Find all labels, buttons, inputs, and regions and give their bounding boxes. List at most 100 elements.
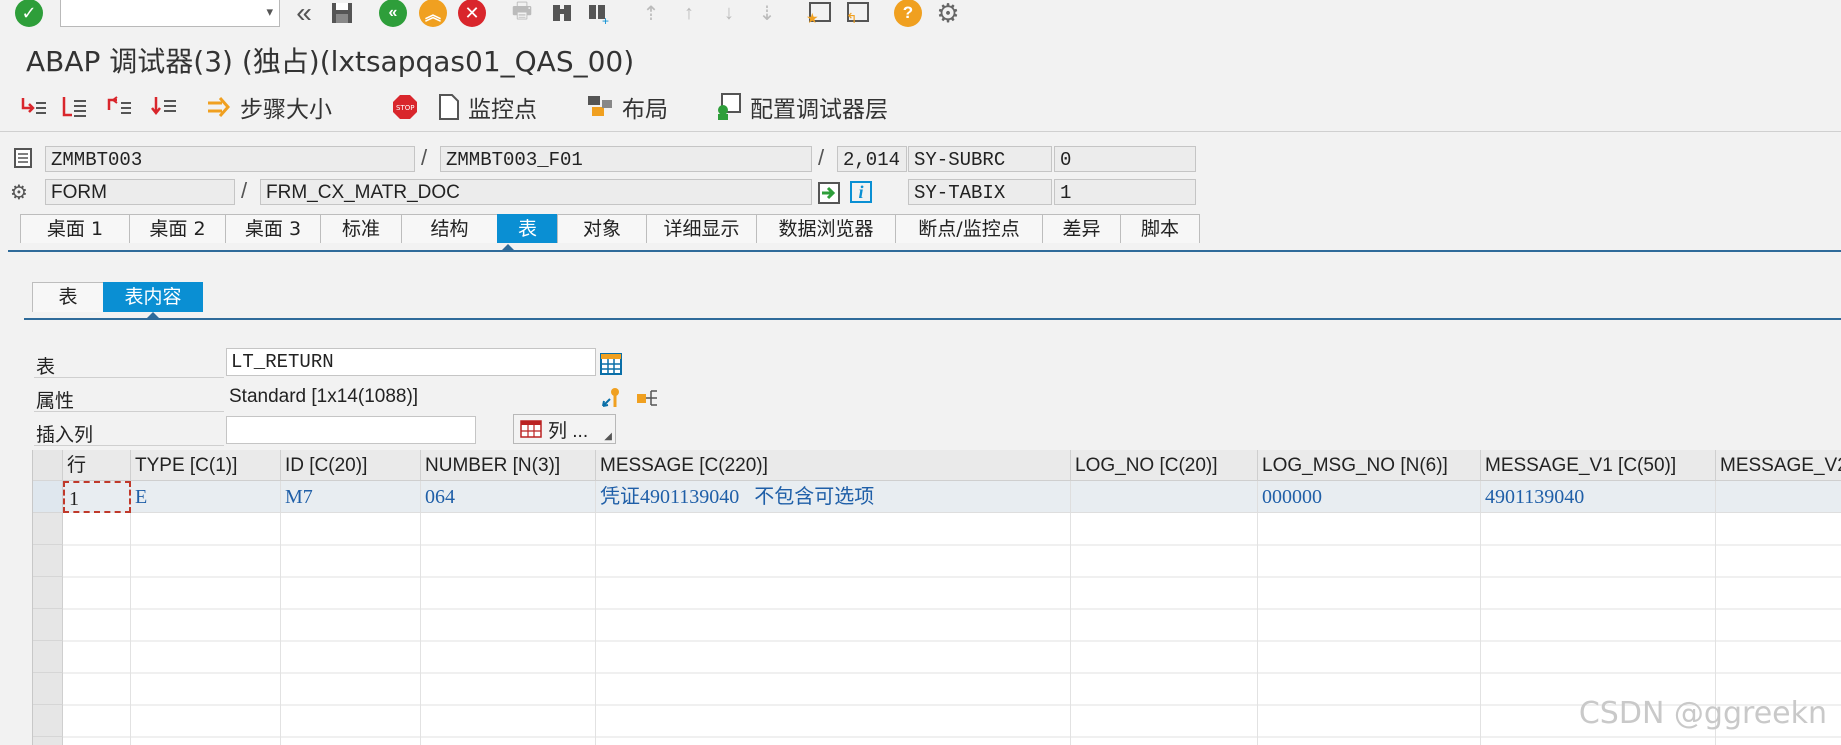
create-session-icon[interactable]: ★ — [804, 0, 834, 26]
tab-standard[interactable]: 标准 — [320, 214, 402, 243]
tab-breakpoints[interactable]: 断点/监控点 — [895, 214, 1043, 243]
continue-icon — [150, 95, 178, 119]
tab-detail-display[interactable]: 详细显示 — [646, 214, 757, 243]
watermark: CSDN @ggreekn — [1578, 696, 1827, 731]
goto-source-icon[interactable] — [817, 181, 841, 210]
cell-message-v1[interactable]: 4901139040 — [1481, 481, 1716, 513]
back-icon[interactable]: « — [289, 0, 319, 28]
print-icon[interactable]: 🖶 — [507, 0, 537, 26]
tab-diff[interactable]: 差异 — [1042, 214, 1121, 243]
sy-subrc-value[interactable]: 0 — [1054, 146, 1196, 172]
cell-message-v2[interactable] — [1716, 481, 1841, 513]
row-selector[interactable] — [33, 577, 63, 609]
document-icon — [438, 94, 460, 120]
table-view-icon[interactable] — [600, 353, 622, 380]
line-field[interactable]: 2,014 — [837, 146, 907, 172]
continue-button[interactable] — [150, 92, 186, 122]
save-icon[interactable] — [327, 0, 357, 26]
single-step-button[interactable] — [20, 92, 56, 122]
cell-id[interactable]: M7 — [281, 481, 421, 513]
system-toolbar: ✓ ▾ « « ︽ ✕ 🖶 + ⇡ ↑ ↓ ⇣ ★ ↰ ? ⚙ — [0, 0, 1841, 30]
row-selector[interactable] — [33, 481, 63, 513]
tab-desktop-3[interactable]: 桌面 3 — [225, 214, 321, 243]
event-name-field[interactable]: FRM_CX_MATR_DOC — [260, 179, 812, 205]
tab-objects[interactable]: 对象 — [557, 214, 647, 243]
attribute-label: 属性 — [36, 390, 75, 412]
find-icon[interactable] — [547, 0, 577, 26]
execute-button[interactable] — [60, 92, 96, 122]
event-type-field[interactable]: FORM — [45, 179, 235, 205]
row-selector[interactable] — [33, 673, 63, 705]
info-icon[interactable]: i — [850, 181, 872, 203]
column-header-number[interactable]: NUMBER [N(3)] — [421, 450, 596, 481]
command-field[interactable]: ▾ — [60, 0, 280, 27]
main-tab-underline — [8, 250, 1841, 252]
subtab-table-content[interactable]: 表内容 — [103, 282, 203, 312]
return-icon — [105, 95, 133, 119]
config-layer-label: 配置调试器层 — [750, 97, 888, 123]
chevron-down-icon[interactable]: ▾ — [266, 4, 273, 20]
column-header-row[interactable]: 行 — [63, 450, 131, 481]
sub-tab-underline — [24, 318, 1841, 320]
row-selector[interactable] — [33, 545, 63, 577]
program-field[interactable]: ZMMBT003 — [45, 146, 415, 172]
watchpoint-button[interactable]: 监控点 — [438, 92, 537, 123]
grid-corner[interactable] — [33, 450, 63, 481]
app-toolbar: 步骤大小 STOP 监控点 布局 配置调试器层 — [0, 84, 1841, 130]
tab-structure[interactable]: 结构 — [401, 214, 498, 243]
column-header-message-v2[interactable]: MESSAGE_V2 — [1716, 450, 1841, 481]
window-title: ABAP 调试器(3) (独占)(lxtsapqas01_QAS_00) — [26, 45, 635, 78]
cell-log-msg-no[interactable]: 000000 — [1258, 481, 1481, 513]
help-icon[interactable]: ? — [893, 0, 923, 27]
row-selector[interactable] — [33, 513, 63, 545]
stop-button[interactable]: STOP — [392, 92, 426, 122]
column-header-log-msg-no[interactable]: LOG_MSG_NO [N(6)] — [1258, 450, 1481, 481]
layout-button[interactable]: 布局 — [586, 92, 668, 123]
tab-desktop-2[interactable]: 桌面 2 — [129, 214, 226, 243]
columns-button[interactable]: 列 ... ◢ — [513, 414, 616, 444]
column-header-message-v1[interactable]: MESSAGE_V1 [C(50)] — [1481, 450, 1716, 481]
step-size-button[interactable]: 步骤大小 — [206, 92, 332, 123]
insert-column-input[interactable] — [226, 416, 476, 444]
find-next-icon[interactable]: + — [584, 0, 614, 26]
last-page-icon[interactable]: ⇣ — [752, 0, 782, 26]
sy-tabix-value[interactable]: 1 — [1054, 179, 1196, 205]
cancel-icon[interactable]: ✕ — [457, 0, 487, 27]
table-name-input[interactable]: LT_RETURN — [226, 348, 596, 376]
hierarchy-icon[interactable] — [636, 388, 660, 415]
config-layer-button[interactable]: 配置调试器层 — [714, 92, 888, 123]
shortcut-icon[interactable]: ↰ — [842, 0, 872, 26]
row-selector[interactable] — [33, 705, 63, 737]
insert-column-label: 插入列 — [36, 424, 94, 446]
return-button[interactable] — [105, 92, 141, 122]
subtab-table[interactable]: 表 — [32, 282, 104, 312]
column-header-id[interactable]: ID [C(20)] — [281, 450, 421, 481]
exit-icon[interactable]: ︽ — [418, 0, 448, 27]
prev-page-icon[interactable]: ↑ — [674, 0, 704, 26]
tab-script[interactable]: 脚本 — [1120, 214, 1200, 243]
column-header-message[interactable]: MESSAGE [C(220)] — [596, 450, 1071, 481]
first-page-icon[interactable]: ⇡ — [636, 0, 666, 26]
settings-icon[interactable]: ⚙ — [933, 0, 963, 28]
cell-log-no[interactable] — [1071, 481, 1258, 513]
cell-number[interactable]: 064 — [421, 481, 596, 513]
row-selector[interactable] — [33, 641, 63, 673]
row-selector[interactable] — [33, 737, 63, 745]
column-header-type[interactable]: TYPE [C(1)] — [131, 450, 281, 481]
key-icon[interactable] — [600, 386, 624, 415]
enter-icon[interactable]: ✓ — [14, 0, 44, 27]
row-selector[interactable] — [33, 609, 63, 641]
next-page-icon[interactable]: ↓ — [714, 0, 744, 26]
watchpoint-label: 监控点 — [468, 97, 537, 123]
sy-tabix-label: SY-TABIX — [908, 179, 1052, 205]
cell-row-number[interactable]: 1 — [63, 481, 131, 513]
column-header-log-no[interactable]: LOG_NO [C(20)] — [1071, 450, 1258, 481]
tab-table[interactable]: 表 — [497, 214, 558, 243]
program-icon — [12, 146, 34, 175]
cell-type[interactable]: E — [131, 481, 281, 513]
tab-desktop-1[interactable]: 桌面 1 — [20, 214, 130, 243]
include-field[interactable]: ZMMBT003_F01 — [440, 146, 812, 172]
tab-data-browser[interactable]: 数据浏览器 — [756, 214, 896, 243]
cell-message[interactable]: 凭证4901139040 不包含可选项 — [596, 481, 1071, 513]
back-green-icon[interactable]: « — [378, 0, 408, 27]
